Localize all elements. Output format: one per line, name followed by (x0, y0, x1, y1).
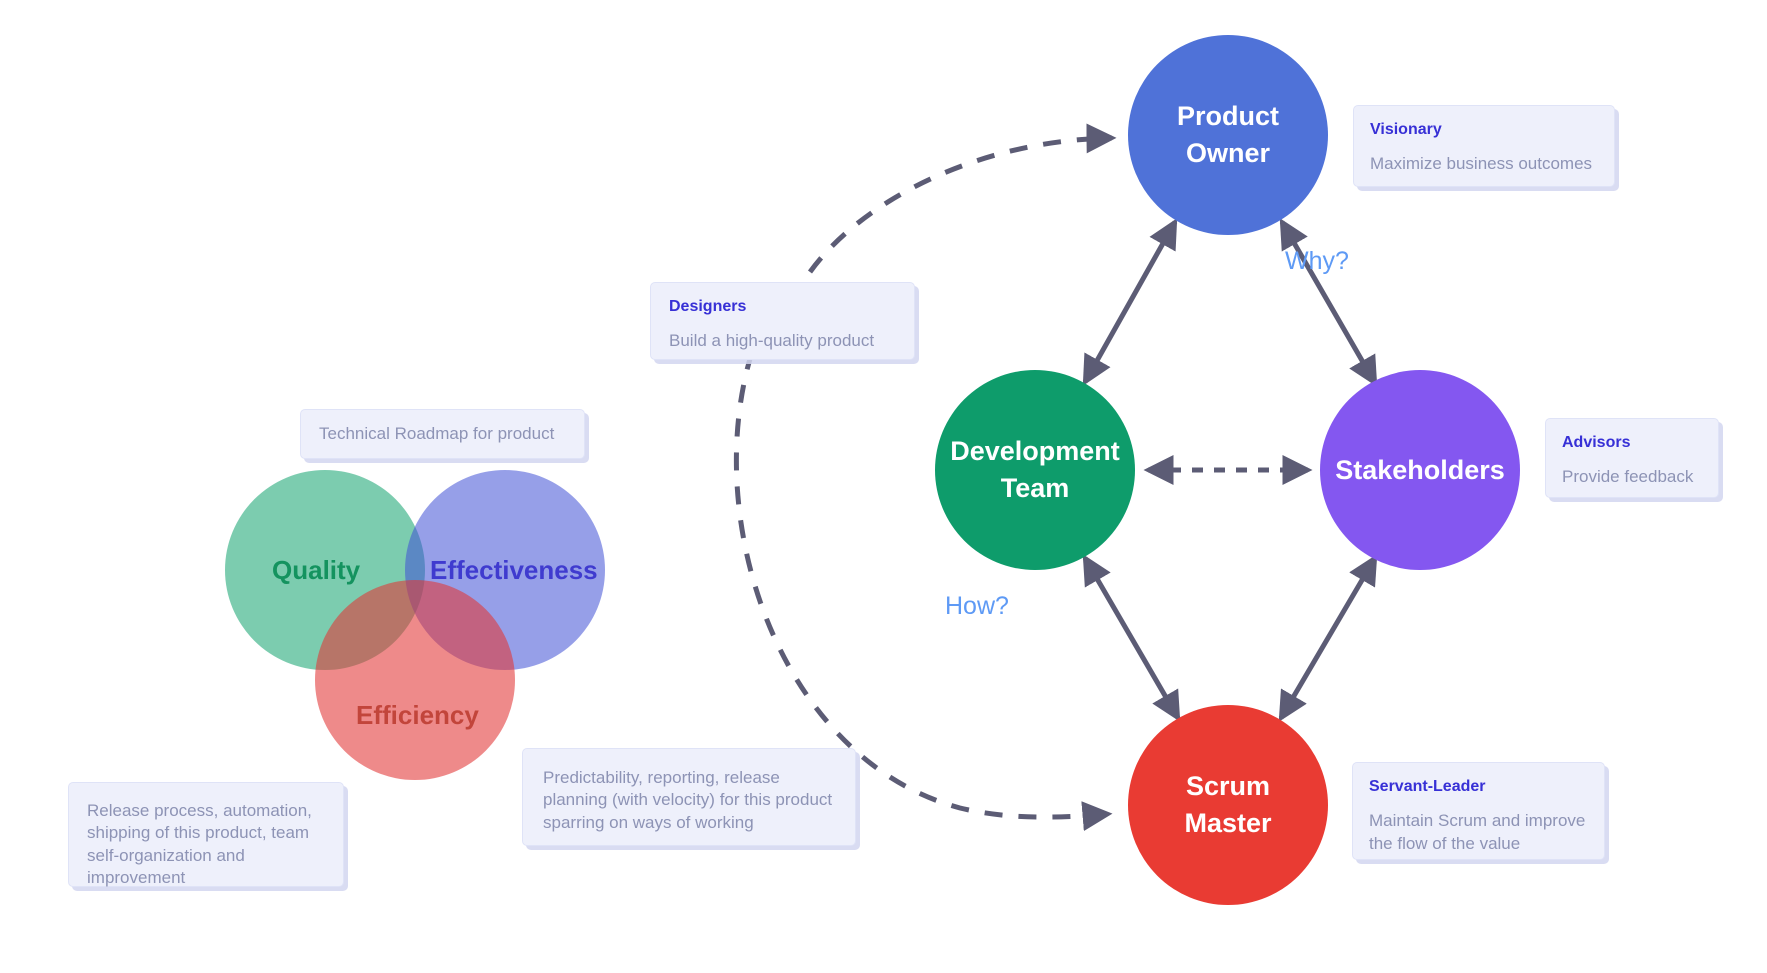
node-scrum-master[interactable]: Scrum Master (1128, 705, 1328, 905)
callout-visionary-title: Visionary (1370, 121, 1442, 138)
venn-circle-efficiency[interactable] (315, 580, 515, 780)
callout-designers[interactable]: Designers Build a high-quality product (650, 282, 915, 360)
node-stakeholders-label: Stakeholders (1335, 454, 1505, 485)
edge-stakeholders-scrummaster (1278, 554, 1378, 722)
node-product-owner[interactable]: Product Owner (1128, 35, 1328, 235)
callout-servant-leader[interactable]: Servant-Leader Maintain Scrum and improv… (1352, 762, 1605, 860)
callout-technical-roadmap[interactable]: Technical Roadmap for product (300, 409, 585, 459)
venn-label-quality: Quality (272, 555, 361, 585)
callout-release-process[interactable]: Release process, automation, shipping of… (68, 782, 344, 887)
callout-servant-leader-body: Maintain Scrum and improve the flow of t… (1369, 811, 1586, 853)
edge-po-devteam (1082, 218, 1178, 386)
venn-diagram (225, 470, 625, 780)
callout-release-process-body: Release process, automation, shipping of… (87, 801, 312, 888)
callout-predictability-body: Predictability, reporting, release plann… (543, 768, 833, 832)
callout-advisors-title: Advisors (1562, 434, 1631, 451)
callout-designers-body: Build a high-quality product (669, 331, 875, 351)
venn-label-efficiency: Efficiency (356, 700, 479, 730)
label-how: How? (945, 592, 1009, 620)
callout-advisors-body: Provide feedback (1562, 467, 1694, 487)
node-product-owner-label: Product Owner (1176, 101, 1279, 168)
diagram-canvas: Stakeholders --> Product Owner Developme… (0, 0, 1767, 973)
callout-servant-leader-title: Servant-Leader (1369, 778, 1486, 795)
label-why: Why? (1285, 247, 1349, 275)
edge-designers-to-product-owner (807, 123, 1117, 274)
callout-predictability[interactable]: Predictability, reporting, release plann… (522, 748, 856, 846)
node-development-team-label: Development Team (950, 436, 1120, 503)
node-scrum-master-label: Scrum Master (1184, 771, 1272, 838)
callout-visionary-body: Maximize business outcomes (1370, 154, 1593, 174)
callout-technical-roadmap-body: Technical Roadmap for product (319, 423, 555, 443)
callout-advisors[interactable]: Advisors Provide feedback (1545, 418, 1719, 498)
edge-devteam-scrummaster (1082, 554, 1181, 722)
venn-label-effectiveness: Effectiveness (430, 555, 598, 585)
callout-visionary[interactable]: Visionary Maximize business outcomes (1353, 105, 1615, 187)
callout-designers-title: Designers (669, 298, 747, 315)
node-stakeholders[interactable]: Stakeholders (1320, 370, 1520, 570)
node-development-team[interactable]: Development Team (935, 370, 1135, 570)
